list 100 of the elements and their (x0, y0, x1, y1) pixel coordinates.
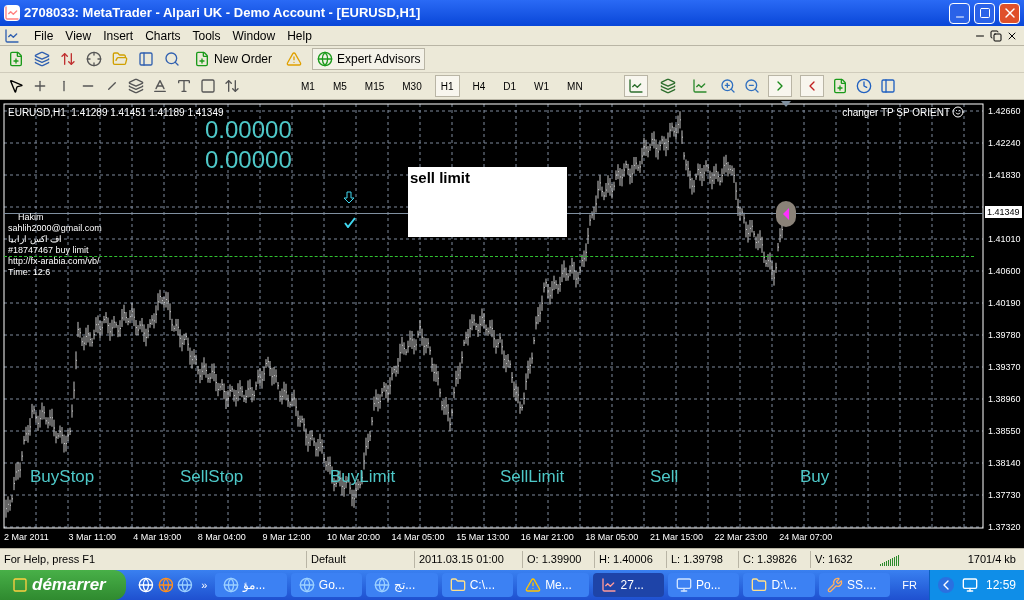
taskbar-button[interactable]: تج... (366, 573, 438, 597)
time-axis-label: 14 Mar 05:00 (391, 531, 446, 544)
time-axis-label: 18 Mar 05:00 (585, 531, 640, 544)
value-readout: 0.00000 (205, 146, 292, 174)
taskbar-button[interactable]: Go... (290, 573, 363, 597)
menu-item[interactable]: View (59, 26, 98, 45)
arrow-icon (782, 207, 790, 221)
order-type-label[interactable]: Buy (800, 464, 830, 490)
crosshair-icon[interactable] (86, 51, 102, 67)
menu-item[interactable]: Charts (139, 26, 187, 45)
info-text: #18747467 buy limit (8, 245, 90, 256)
add-indicator-icon[interactable] (831, 78, 848, 94)
timeframe-button[interactable]: H1 (434, 75, 460, 97)
info-text: http://fx-arabia.com/vb/ (8, 256, 101, 267)
panel-icon[interactable] (138, 51, 154, 67)
time-axis-label: 16 Mar 21:00 (520, 531, 575, 544)
timeframe-button[interactable]: W1 (529, 75, 555, 97)
taskbar-button[interactable]: مؤ... (215, 573, 287, 597)
price-axis-label: 1.38550 (988, 426, 1021, 436)
info-text: Time: 12:6 (8, 267, 52, 278)
search-icon[interactable] (164, 51, 180, 67)
connection-bars-icon (880, 553, 902, 566)
timeframe-button[interactable]: H4 (467, 75, 491, 97)
taskbar-button[interactable]: D:\... (743, 573, 815, 597)
taskbar-button[interactable]: C:\... (441, 573, 514, 597)
time-axis-label: 8 Mar 04:00 (197, 531, 247, 544)
browser-icon (374, 577, 391, 593)
info-text: Hakim (17, 212, 45, 223)
time-axis-label: 21 Mar 15:00 (649, 531, 704, 544)
chart-icon (600, 577, 617, 593)
price-axis-label: 1.37320 (988, 522, 1021, 532)
price-axis-label: 1.38140 (988, 458, 1021, 468)
expand-icon[interactable] (938, 577, 954, 593)
status-traffic: 1701/4 kb (966, 552, 1017, 568)
cursor-icon[interactable] (8, 78, 24, 94)
status-profile: Default (306, 551, 414, 568)
timeframe-button[interactable]: M30 (397, 75, 427, 97)
restore-button[interactable] (988, 27, 1004, 44)
order-type-label[interactable]: SellLimit (500, 464, 565, 490)
down-arrow-icon (343, 191, 355, 204)
time-axis-label: 9 Mar 12:00 (262, 531, 312, 544)
browser-icon[interactable] (177, 577, 194, 593)
new-order-icon (194, 51, 210, 67)
chart-option-button[interactable] (799, 75, 824, 97)
taskbar-button[interactable]: Me... (517, 573, 589, 597)
note-text: sell limit (410, 168, 471, 188)
status-low: L: 1.39798 (666, 551, 738, 568)
new-chart-icon[interactable] (8, 51, 24, 67)
new-order-button[interactable]: New Order (190, 50, 276, 68)
menu-item[interactable]: Window (226, 26, 282, 45)
clock-icon[interactable] (855, 78, 872, 94)
timeframe-button[interactable]: M1 (296, 75, 320, 97)
price-axis-label: 1.42240 (988, 138, 1021, 148)
taskbar-button[interactable]: 27... (592, 573, 664, 597)
chart-mode-button[interactable] (623, 75, 648, 97)
order-type-label[interactable]: BuyLimit (330, 464, 396, 490)
timeframe-button[interactable]: M5 (327, 75, 352, 97)
taskbar-button[interactable]: Po... (668, 573, 740, 597)
menu-item[interactable]: File (28, 26, 60, 45)
text-icon[interactable] (176, 78, 192, 94)
arrows-icon[interactable] (224, 78, 240, 94)
order-type-label[interactable]: SellStop (180, 464, 244, 490)
order-type-label[interactable]: Sell (650, 464, 679, 490)
browser-icon (298, 577, 315, 593)
minimize-button[interactable] (949, 2, 970, 24)
price-axis-label: 1.38960 (988, 394, 1021, 404)
folder-icon (751, 577, 768, 593)
tool-icon (826, 577, 843, 593)
more-button[interactable]: » (197, 576, 212, 594)
maximize-button[interactable] (974, 2, 995, 24)
status-time: 2011.03.15 01:00 (414, 551, 522, 568)
time-axis-label: 15 Mar 13:00 (456, 531, 511, 544)
check-icon (344, 217, 356, 228)
zoom-in-icon[interactable] (719, 78, 736, 94)
menu-item[interactable]: Tools (186, 26, 227, 45)
start-button[interactable]: démarrer (0, 570, 126, 600)
price-axis-label: 1.41010 (988, 234, 1021, 244)
zoom-out-icon[interactable] (743, 78, 760, 94)
expert-advisors-button[interactable]: Expert Advisors (312, 48, 426, 70)
status-help: For Help, press F1 (3, 552, 97, 568)
timeframe-button[interactable]: M15 (359, 75, 390, 97)
taskbar-button[interactable]: SS.... (818, 573, 891, 597)
order-type-label[interactable]: BuyStop (30, 464, 95, 490)
status-high: H: 1.40006 (594, 551, 666, 568)
menu-item[interactable]: Help (281, 26, 318, 45)
language-indicator[interactable]: FR (894, 576, 925, 594)
time-axis-label: 22 Mar 23:00 (714, 531, 769, 544)
window-title: 2708033: MetaTrader - Alpari UK - Demo Account - [EURUSD,H1] (24, 4, 422, 23)
timeframe-button[interactable]: D1 (498, 75, 522, 97)
maximize-icon (978, 7, 991, 19)
menu-item[interactable]: Insert (97, 26, 140, 45)
current-price-label: 1.41349 (985, 206, 1022, 218)
timeframe-button[interactable]: MN (562, 75, 588, 97)
crosshair-icon[interactable] (32, 78, 48, 94)
status-volume: V: 1632 (810, 551, 872, 568)
smiley-icon (952, 106, 964, 118)
info-text: اف اكس ارابيا (8, 234, 63, 245)
price-axis-label: 1.39780 (988, 330, 1021, 340)
info-text: sahlih2000@gmail.com (8, 223, 102, 234)
price-axis-label: 1.42660 (988, 106, 1021, 116)
